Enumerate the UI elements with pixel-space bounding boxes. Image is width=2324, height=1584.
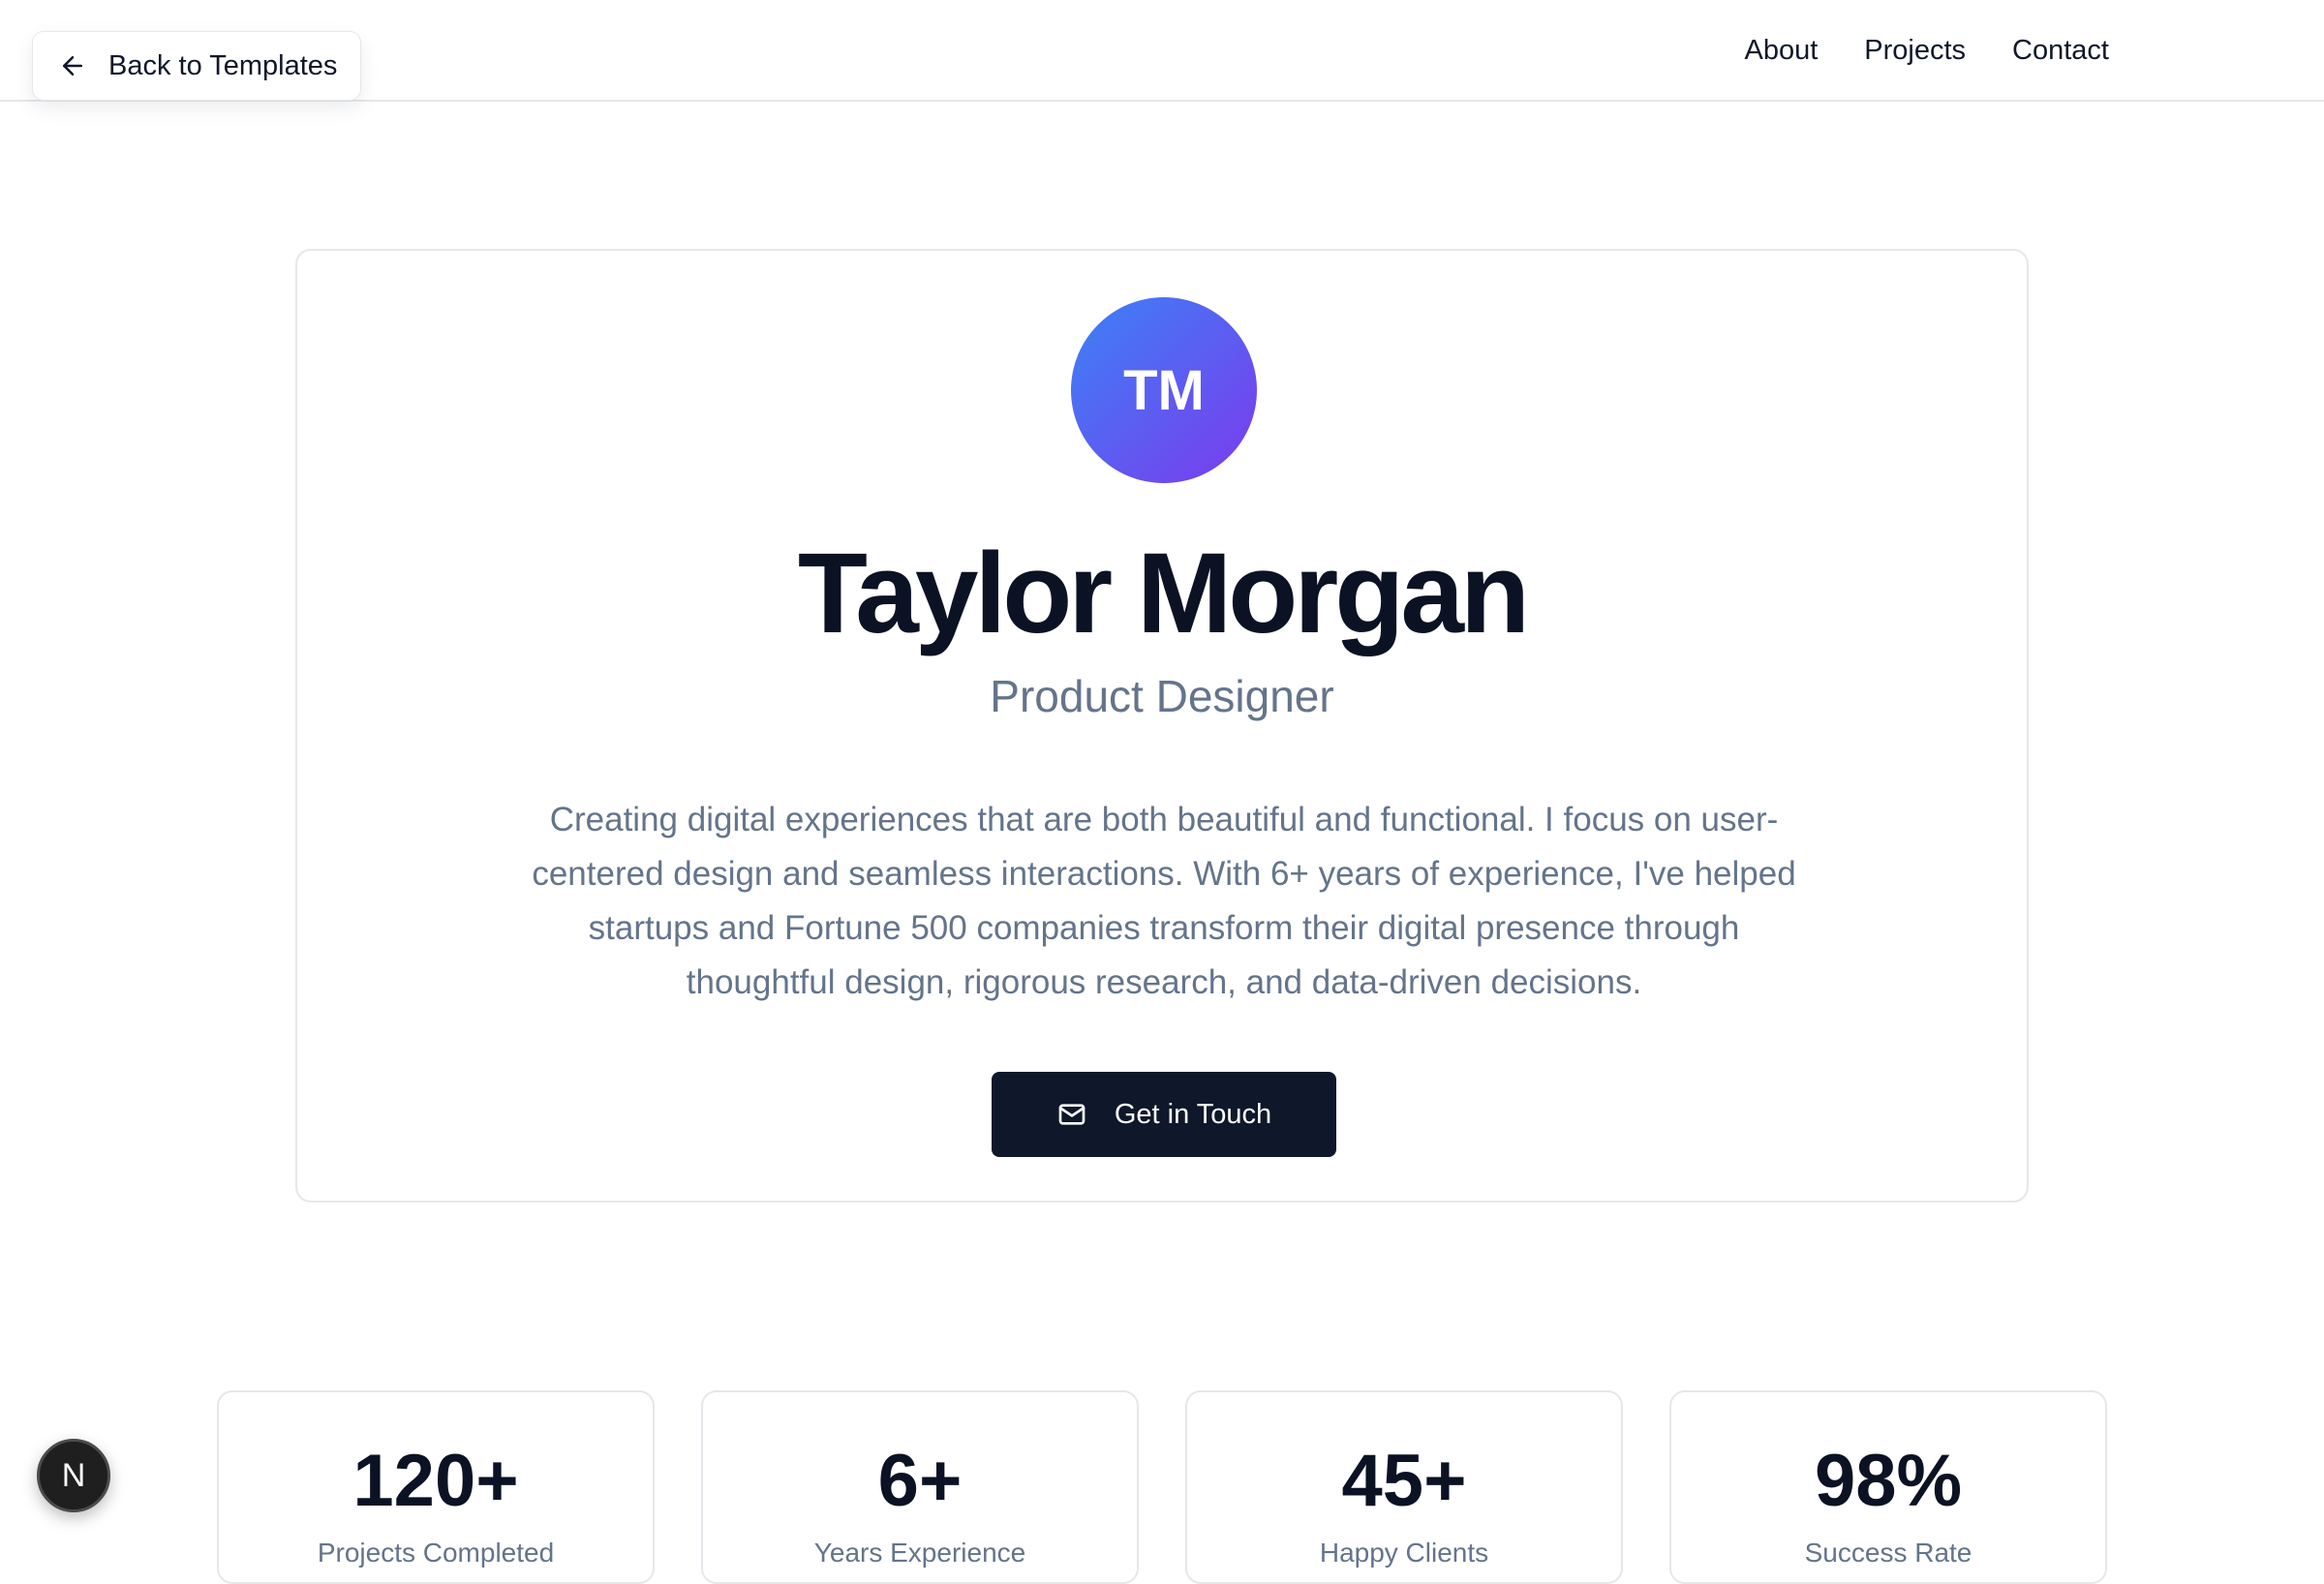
- stat-value: 6+: [877, 1440, 963, 1522]
- profile-role: Product Designer: [990, 671, 1334, 721]
- stat-card-projects: 120+ Projects Completed: [217, 1390, 655, 1584]
- stat-label: Projects Completed: [317, 1538, 555, 1568]
- stat-label: Success Rate: [1804, 1538, 1972, 1568]
- nav-link-projects[interactable]: Projects: [1864, 35, 1966, 67]
- stat-card-success: 98% Success Rate: [1669, 1390, 2107, 1584]
- badge-letter: N: [61, 1456, 86, 1494]
- mail-icon: [1058, 1104, 1086, 1125]
- stat-value: 120+: [352, 1440, 519, 1522]
- stat-label: Happy Clients: [1319, 1538, 1489, 1568]
- back-to-templates-button[interactable]: Back to Templates: [32, 31, 361, 101]
- main-nav: About Projects Contact: [1744, 29, 2109, 72]
- nextjs-dev-badge[interactable]: N: [37, 1439, 110, 1512]
- top-navigation-bar: Back to Templates About Projects Contact: [0, 0, 2324, 102]
- profile-name: Taylor Morgan: [797, 530, 1530, 657]
- avatar: TM: [1071, 297, 1257, 483]
- arrow-left-icon: [63, 56, 82, 76]
- stat-value: 98%: [1814, 1440, 1963, 1522]
- nav-link-about[interactable]: About: [1744, 35, 1818, 67]
- get-in-touch-button[interactable]: Get in Touch: [992, 1072, 1336, 1157]
- nav-link-contact[interactable]: Contact: [2012, 35, 2109, 67]
- stat-card-clients: 45+ Happy Clients: [1185, 1390, 1623, 1584]
- cta-label: Get in Touch: [1114, 1098, 1272, 1130]
- profile-hero-card: TM Taylor Morgan Product Designer Creati…: [295, 249, 2029, 1203]
- stats-row: 120+ Projects Completed 6+ Years Experie…: [217, 1390, 2107, 1584]
- profile-bio: Creating digital experiences that are bo…: [532, 801, 1796, 1001]
- stat-card-years: 6+ Years Experience: [701, 1390, 1139, 1584]
- stat-label: Years Experience: [813, 1538, 1026, 1568]
- avatar-initials: TM: [1123, 358, 1205, 422]
- stat-value: 45+: [1341, 1440, 1467, 1522]
- back-button-label: Back to Templates: [108, 49, 338, 81]
